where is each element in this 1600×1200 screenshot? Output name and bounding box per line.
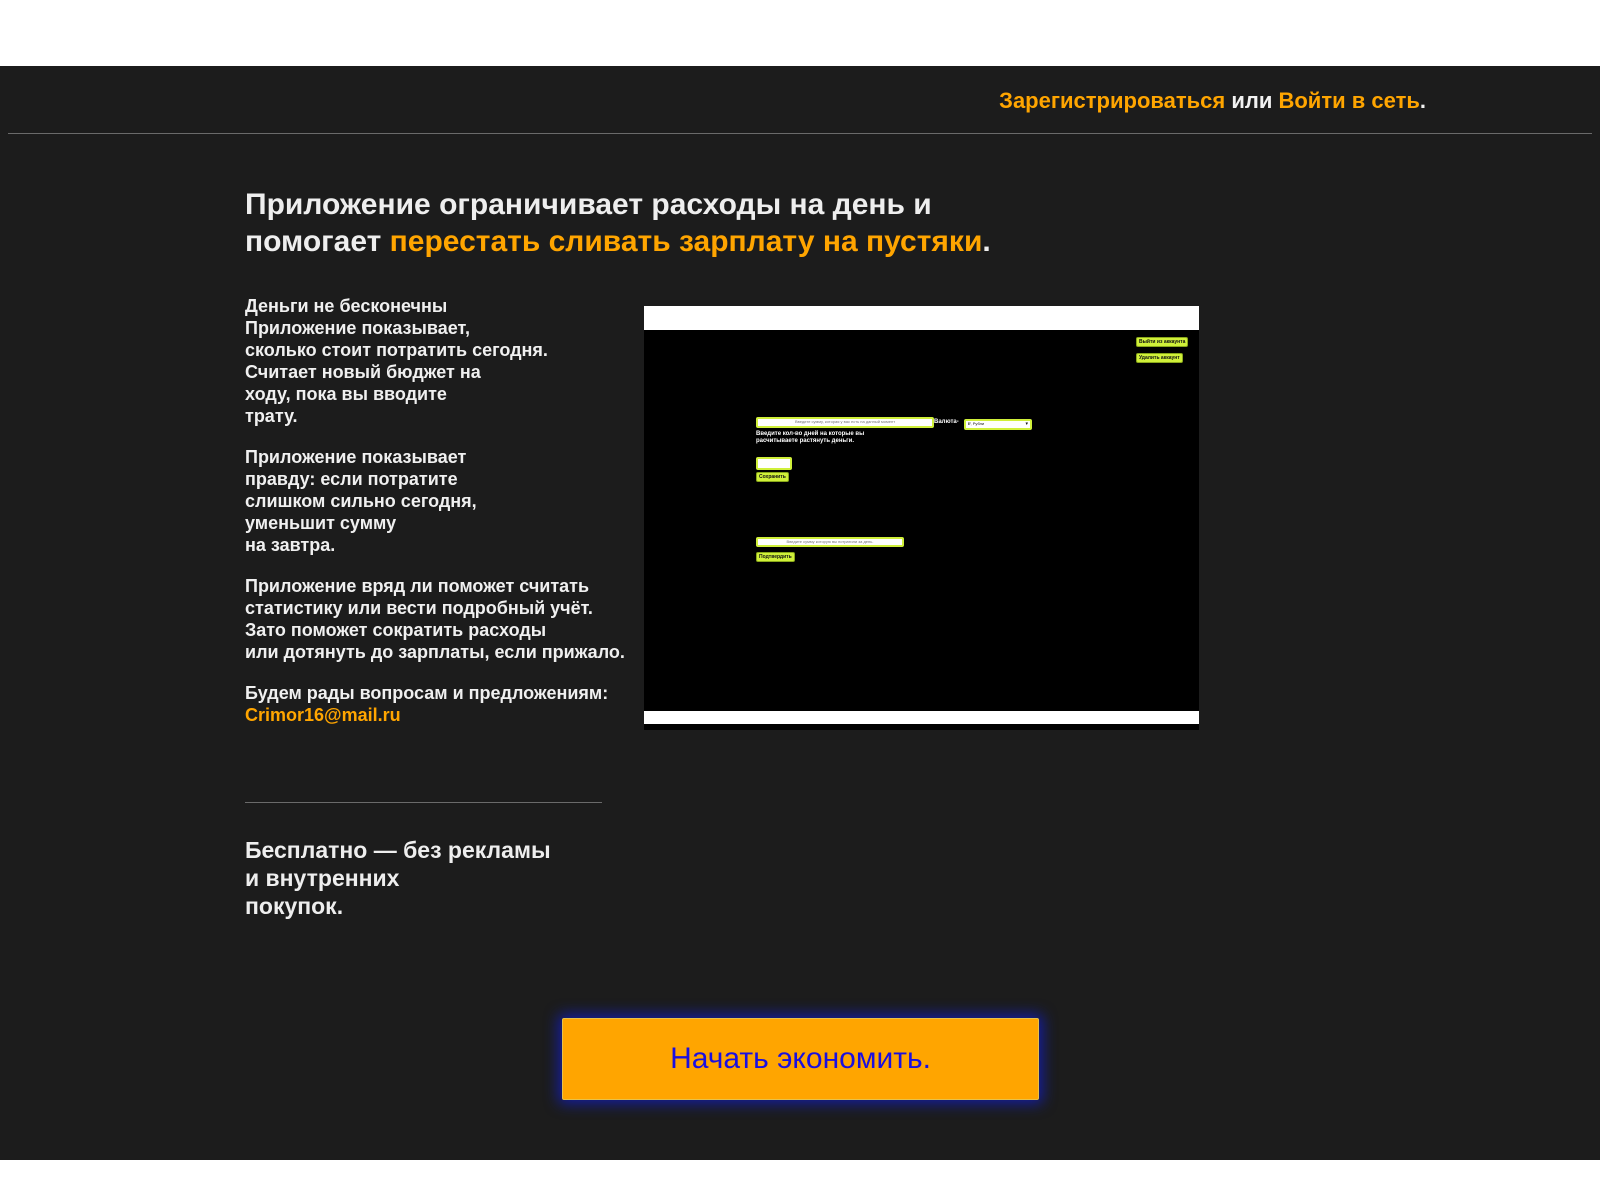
preview-currency-label: Валюта- bbox=[934, 419, 959, 425]
chevron-down-icon: ▾ bbox=[1025, 421, 1028, 427]
register-link[interactable]: Зарегистрироваться bbox=[999, 88, 1225, 113]
top-divider bbox=[8, 133, 1592, 134]
text-line: Приложение показывает bbox=[245, 447, 467, 467]
contact-text: Будем рады вопросам и предложениям: bbox=[245, 683, 609, 703]
text-line: Приложение вряд ли поможет считать bbox=[245, 576, 590, 596]
contact-paragraph: Будем рады вопросам и предложениям: Crim… bbox=[245, 682, 645, 726]
auth-links: Зарегистрироваться или Войти в сеть. bbox=[999, 88, 1426, 114]
preview-top-bar bbox=[644, 306, 1199, 330]
preview-spent-input: Введите сумму которую вы потратили за де… bbox=[756, 537, 904, 547]
or-text: или bbox=[1225, 88, 1279, 113]
text-line: статистику или вести подробный учёт. bbox=[245, 598, 593, 618]
text-line: Бесплатно — без рекламы bbox=[245, 837, 551, 863]
text-line: или дотянуть до зарплаты, если прижало. bbox=[245, 642, 625, 662]
email-link[interactable]: Crimor16@mail.ru bbox=[245, 704, 645, 726]
text-line: Деньги не бесконечны bbox=[245, 296, 448, 316]
start-saving-button[interactable]: Начать экономить. bbox=[562, 1018, 1039, 1100]
landing-page: Зарегистрироваться или Войти в сеть. При… bbox=[0, 66, 1600, 1160]
text-line: покупок. bbox=[245, 893, 344, 919]
page-headline: Приложение ограничивает расходы на день … bbox=[245, 186, 1145, 260]
text-line: сколько стоит потратить сегодня. bbox=[245, 340, 548, 360]
nav-period: . bbox=[1419, 88, 1426, 113]
text-line: Зато поможет сократить расходы bbox=[245, 620, 547, 640]
preview-delete-button: Удалить аккаунт bbox=[1136, 353, 1183, 363]
feature-paragraph-3: Приложение вряд ли поможет считать стати… bbox=[245, 575, 645, 663]
preview-save-button: Сохранить bbox=[756, 472, 789, 482]
app-screenshot-preview: Выйти из аккаунта Удалить аккаунт Введит… bbox=[644, 306, 1199, 730]
text-line: ходу, пока вы вводите bbox=[245, 384, 447, 404]
login-link[interactable]: Войти в сеть bbox=[1278, 88, 1419, 113]
preview-logout-button: Выйти из аккаунта bbox=[1136, 337, 1189, 347]
top-nav: Зарегистрироваться или Войти в сеть. bbox=[0, 86, 1600, 116]
free-notice: Бесплатно — без рекламы и внутренних пок… bbox=[245, 836, 625, 920]
preview-currency-value: ₽, Рубли bbox=[968, 421, 985, 426]
headline-line-2-plain: помогает bbox=[245, 225, 390, 258]
preview-days-text: Введите кол-во дней на которые вы расчит… bbox=[756, 431, 865, 444]
text-line: Считает новый бюджет на bbox=[245, 362, 481, 382]
preview-confirm-button: Подтвердить bbox=[756, 552, 795, 562]
text-line: на завтра. bbox=[245, 535, 336, 555]
headline-end: . bbox=[982, 225, 991, 258]
headline-line-1: Приложение ограничивает расходы на день … bbox=[245, 188, 932, 221]
feature-list: Деньги не бесконечны Приложение показыва… bbox=[245, 295, 645, 745]
preview-currency-select: ₽, Рубли ▾ bbox=[964, 419, 1032, 430]
text-line: Приложение показывает, bbox=[245, 318, 470, 338]
text-line: и внутренних bbox=[245, 865, 400, 891]
text-line: слишком сильно сегодня, bbox=[245, 491, 477, 511]
preview-bottom-bar bbox=[644, 711, 1199, 724]
text-line: правду: если потратите bbox=[245, 469, 458, 489]
text-line: трату. bbox=[245, 406, 298, 426]
feature-paragraph-2: Приложение показывает правду: если потра… bbox=[245, 446, 645, 556]
preview-days-input bbox=[756, 457, 792, 470]
section-divider bbox=[245, 802, 602, 803]
preview-amount-input: Введите сумму, которая у вас есть на дан… bbox=[756, 417, 934, 428]
headline-accent: перестать сливать зарплату на пустяки bbox=[389, 225, 983, 258]
text-line: уменьшит сумму bbox=[245, 513, 397, 533]
feature-paragraph-1: Деньги не бесконечны Приложение показыва… bbox=[245, 295, 645, 427]
